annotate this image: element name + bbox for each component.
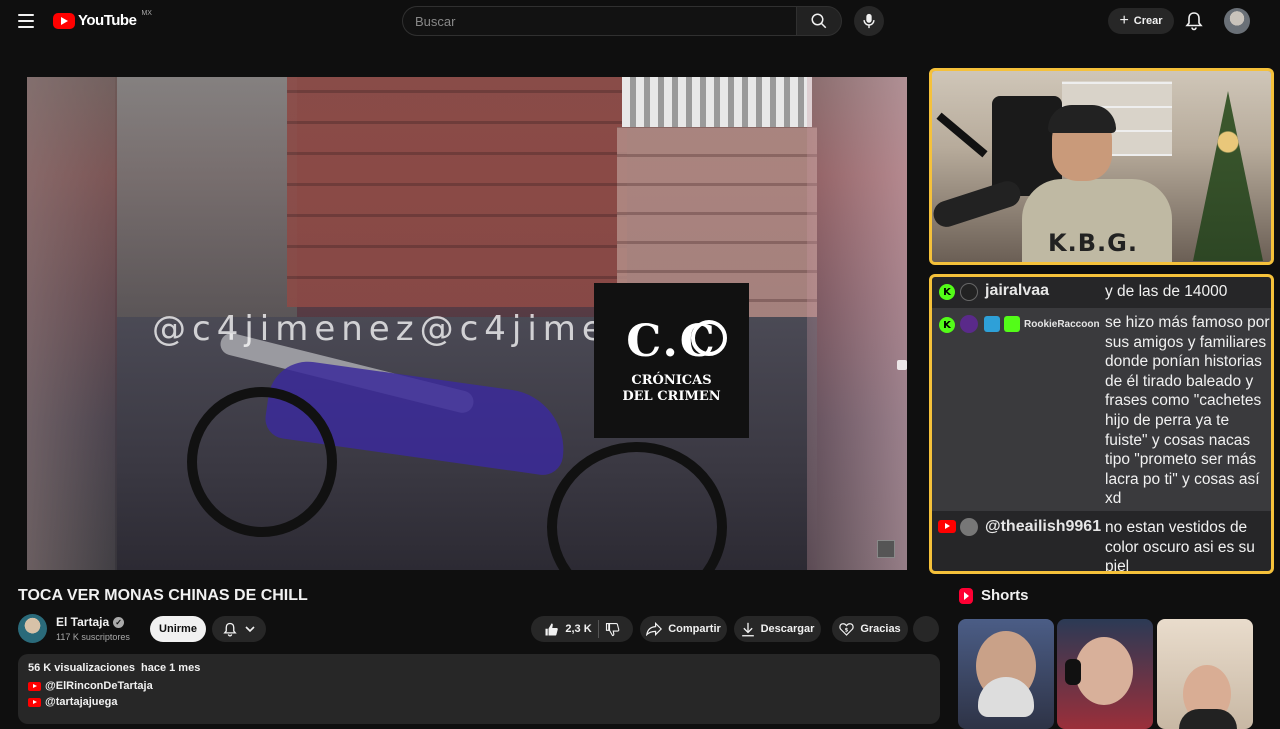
chat-overlay: K jairalvaa y de las de 14000 K RookieRa… — [929, 274, 1274, 574]
join-button[interactable]: Unirme — [150, 616, 206, 642]
search-icon — [811, 13, 827, 29]
short-thumbnail[interactable] — [1157, 619, 1253, 729]
logo-text: YouTube — [78, 12, 137, 29]
search-placeholder: Buscar — [415, 13, 456, 29]
download-icon — [741, 622, 754, 636]
webcam-overlay: K.B.G. — [929, 68, 1274, 265]
youtube-play-icon — [53, 12, 75, 29]
create-label: Crear — [1133, 15, 1163, 27]
cronicas-del-crimen-logo: C.C CRÓNICAS DEL CRIMEN — [594, 283, 749, 438]
country-code: MX — [141, 10, 152, 17]
plus-icon: + — [1119, 12, 1129, 29]
chat-text: se hizo más famoso por sus amigos y fami… — [1105, 314, 1270, 508]
share-button[interactable]: Compartir — [640, 616, 727, 642]
like-dislike-group: 2,3 K — [531, 616, 633, 642]
menu-icon[interactable] — [18, 14, 34, 28]
chat-username: jairalvaa — [985, 282, 1050, 299]
description-box[interactable]: 56 K visualizaciones hace 1 mes @ElRinco… — [18, 654, 940, 724]
kick-icon: K — [939, 284, 955, 300]
divider — [597, 620, 599, 638]
short-shirt — [1179, 709, 1237, 729]
shirt-text: K.B.G. — [1048, 229, 1138, 257]
video-wall — [117, 77, 297, 317]
share-label: Compartir — [668, 623, 721, 635]
subscription-notifications-button[interactable] — [212, 616, 266, 642]
chat-text: no estan vestidos de color oscuro asi es… — [1105, 519, 1255, 574]
video-title: TOCA VER MONAS CHINAS DE CHILL — [18, 587, 308, 604]
microphone-icon — [863, 13, 875, 29]
bell-icon — [223, 622, 237, 636]
channel-name[interactable]: El Tartaja — [56, 615, 109, 629]
shorts-icon — [959, 587, 973, 604]
logo-initials: C.C — [626, 316, 727, 367]
channel-link[interactable]: @ElRinconDeTartaja — [45, 680, 153, 692]
top-bar: YouTube MX Buscar + Crear — [0, 0, 1280, 42]
subscriber-count: 117 K suscriptores — [56, 632, 130, 642]
chat-text: y de las de 14000 — [1105, 283, 1228, 300]
streamer-hair — [1048, 105, 1116, 133]
youtube-icon — [938, 520, 956, 533]
logo-subtitle-line2: DEL CRIMEN — [622, 389, 721, 404]
account-avatar[interactable] — [1224, 8, 1250, 34]
headphones-icon — [1065, 659, 1081, 685]
more-actions-button[interactable] — [913, 616, 939, 642]
create-button[interactable]: + Crear — [1108, 8, 1174, 34]
notifications-bell-icon[interactable] — [1185, 11, 1203, 31]
chat-message: K RookieRaccoon se hizo más famoso por s… — [932, 308, 1271, 511]
youtube-icon — [28, 697, 41, 707]
short-thumbnail[interactable] — [1057, 619, 1153, 729]
description-meta: 56 K visualizaciones hace 1 mes — [28, 662, 930, 674]
youtube-icon — [28, 681, 41, 691]
user-avatar — [960, 315, 978, 333]
gift-badge-icon — [1004, 316, 1020, 332]
description-link-row[interactable]: @ElRinconDeTartaja — [28, 680, 930, 692]
svg-text:$: $ — [845, 627, 849, 633]
chat-message: K jairalvaa y de las de 14000 — [932, 277, 1271, 307]
video-window-grate — [622, 77, 812, 127]
download-button[interactable]: Descargar — [734, 616, 821, 642]
search-input[interactable]: Buscar — [402, 6, 798, 36]
subscriber-badge-icon — [984, 316, 1000, 332]
logo-subtitle-line1: CRÓNICAS — [631, 373, 712, 388]
magnifier-icon — [690, 320, 727, 356]
kick-icon: K — [939, 317, 955, 333]
like-icon[interactable] — [544, 622, 559, 637]
like-count[interactable]: 2,3 K — [565, 623, 591, 635]
shorts-header: Shorts — [959, 587, 1029, 604]
thanks-label: Gracias — [860, 623, 901, 635]
channel-watermark-icon[interactable] — [877, 540, 895, 558]
video-blur-left — [27, 77, 117, 570]
description-link-row[interactable]: @tartajajuega — [28, 696, 930, 708]
chevron-down-icon — [245, 625, 255, 632]
streamer: K.B.G. — [1022, 105, 1172, 262]
thanks-heart-icon: $ — [839, 623, 854, 636]
thanks-button[interactable]: $ Gracias — [832, 616, 908, 642]
chat-message: @theailish9961 no estan vestidos de colo… — [932, 512, 1271, 574]
voice-search-button[interactable] — [854, 6, 884, 36]
view-count: 56 K visualizaciones — [28, 662, 135, 674]
user-avatar — [960, 283, 978, 301]
youtube-logo[interactable]: YouTube MX — [53, 10, 152, 29]
shorts-heading: Shorts — [981, 587, 1029, 604]
user-avatar — [960, 518, 978, 536]
motorcycle-front-wheel — [187, 387, 337, 537]
channel-link[interactable]: @tartajajuega — [45, 696, 117, 708]
verified-icon: ✓ — [113, 616, 125, 628]
dislike-icon[interactable] — [605, 622, 620, 637]
search-button[interactable] — [796, 6, 842, 36]
video-blur-right — [807, 77, 907, 570]
chat-username: RookieRaccoon — [1024, 319, 1100, 330]
short-face — [1075, 637, 1133, 705]
channel-avatar[interactable] — [18, 614, 47, 643]
download-label: Descargar — [760, 623, 815, 635]
video-player[interactable]: @c4jimenez@c4jimenez C.C CRÓNICAS DEL CR… — [27, 77, 907, 570]
upload-age: hace 1 mes — [141, 662, 201, 674]
short-thumbnail[interactable] — [958, 619, 1054, 729]
video-brick-wall — [287, 77, 627, 307]
lock-icon — [897, 360, 907, 370]
channel-name-row[interactable]: El Tartaja ✓ — [56, 615, 125, 629]
share-icon — [646, 622, 663, 636]
logo-subtitle: CRÓNICAS DEL CRIMEN — [622, 373, 720, 405]
chat-username: @theailish9961 — [985, 518, 1102, 535]
